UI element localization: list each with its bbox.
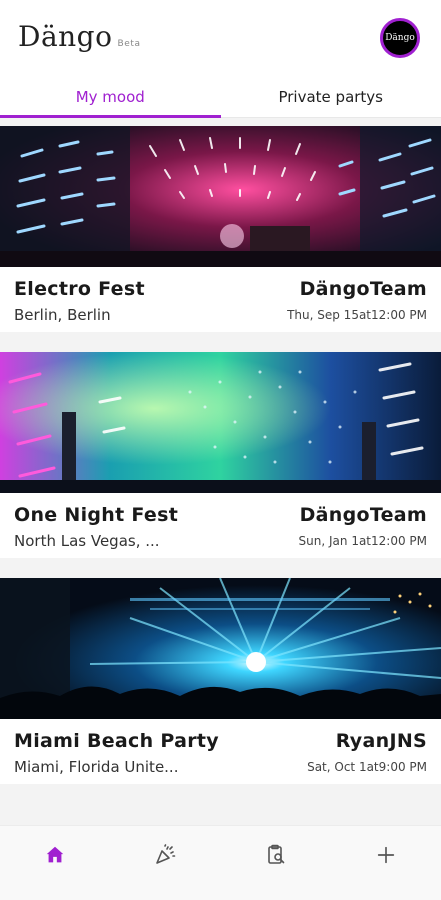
beta-badge: Beta bbox=[117, 39, 141, 49]
event-image bbox=[0, 352, 441, 493]
event-location: Berlin, Berlin bbox=[14, 306, 111, 324]
event-card[interactable]: One Night Fest DängoTeam North Las Vegas… bbox=[0, 352, 441, 558]
event-image bbox=[0, 126, 441, 267]
party-popper-icon bbox=[156, 844, 176, 864]
event-name: Electro Fest bbox=[14, 278, 145, 300]
event-card[interactable]: Miami Beach Party RyanJNS Miami, Florida… bbox=[0, 578, 441, 784]
logo-text: Dängo bbox=[18, 20, 113, 53]
event-organizer: DängoTeam bbox=[299, 278, 427, 300]
event-location: North Las Vegas, ... bbox=[14, 532, 160, 550]
event-date: Thu, Sep 15at12:00 PM bbox=[287, 308, 427, 322]
event-name: Miami Beach Party bbox=[14, 730, 219, 752]
tab-my-mood[interactable]: My mood bbox=[0, 76, 221, 118]
nav-parties[interactable] bbox=[110, 810, 220, 900]
event-organizer: DängoTeam bbox=[299, 504, 427, 526]
clipboard-search-icon bbox=[267, 844, 284, 864]
event-card[interactable]: Electro Fest DängoTeam Berlin, Berlin Th… bbox=[0, 126, 441, 332]
tab-private-partys[interactable]: Private partys bbox=[221, 76, 441, 117]
tab-bar: My mood Private partys bbox=[0, 76, 441, 118]
plus-icon bbox=[377, 846, 395, 864]
event-date: Sun, Jan 1at12:00 PM bbox=[298, 534, 427, 548]
event-organizer: RyanJNS bbox=[335, 730, 427, 752]
event-image bbox=[0, 578, 441, 719]
event-name: One Night Fest bbox=[14, 504, 179, 526]
nav-add[interactable] bbox=[331, 810, 441, 900]
nav-home[interactable] bbox=[0, 810, 110, 900]
event-location: Miami, Florida Unite... bbox=[14, 758, 179, 776]
avatar-label: Dängo bbox=[385, 33, 415, 43]
profile-avatar[interactable]: Dängo bbox=[380, 18, 420, 58]
nav-search-clipboard[interactable] bbox=[221, 810, 331, 900]
event-date: Sat, Oct 1at9:00 PM bbox=[307, 760, 427, 774]
bottom-navigation bbox=[0, 825, 441, 900]
home-icon bbox=[46, 846, 64, 863]
event-feed: Electro Fest DängoTeam Berlin, Berlin Th… bbox=[0, 118, 441, 825]
app-logo[interactable]: Dängo Beta bbox=[18, 20, 141, 53]
app-header: Dängo Beta Dängo bbox=[0, 0, 441, 76]
